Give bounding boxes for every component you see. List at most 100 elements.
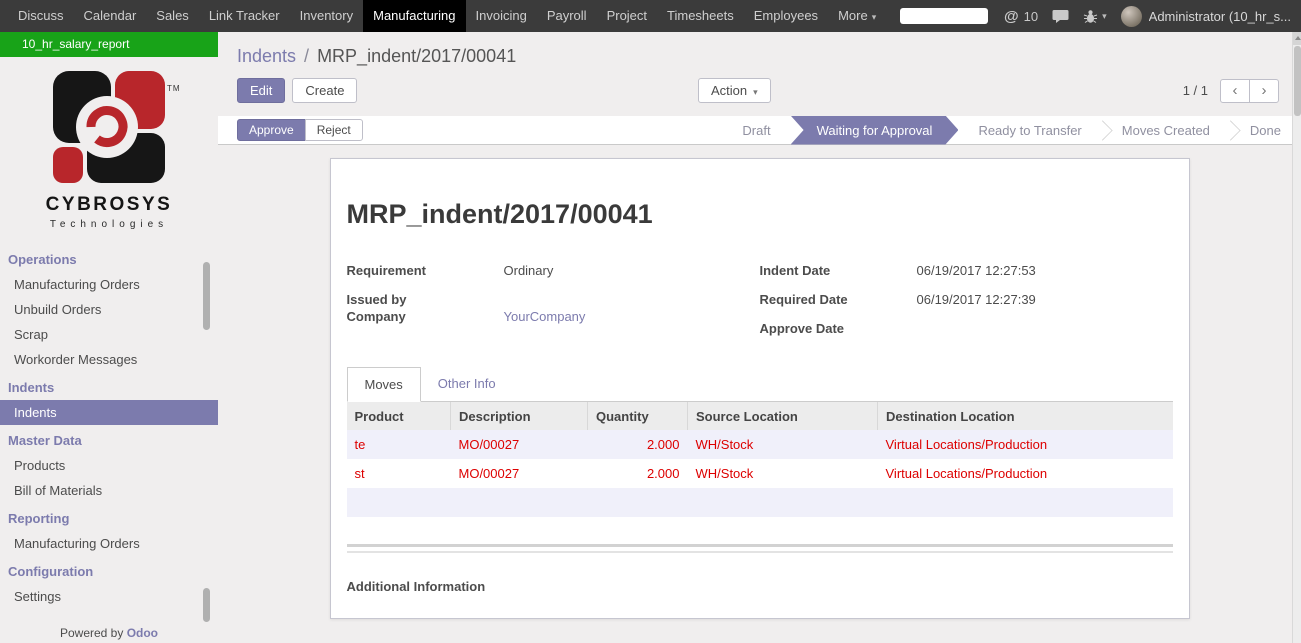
powered-by-text: Powered by bbox=[60, 626, 123, 640]
state-moves-created[interactable]: Moves Created bbox=[1102, 116, 1230, 145]
state-waiting-for-approval[interactable]: Waiting for Approval bbox=[791, 116, 959, 145]
section-configuration: Configuration bbox=[0, 556, 218, 584]
scroll-up-button[interactable] bbox=[1293, 32, 1301, 45]
state-done[interactable]: Done bbox=[1230, 116, 1301, 145]
chat-bubble-icon bbox=[1052, 9, 1069, 24]
top-navbar: Discuss Calendar Sales Link Tracker Inve… bbox=[0, 0, 1301, 32]
nav-calendar[interactable]: Calendar bbox=[74, 0, 147, 32]
action-menu-button[interactable]: Action▾ bbox=[698, 78, 771, 103]
trademark-label: TM bbox=[167, 84, 181, 93]
cell-destination-location[interactable]: Virtual Locations/Production bbox=[878, 459, 1173, 488]
main-content: Indents / MRP_indent/2017/00041 Edit Creat… bbox=[218, 32, 1301, 643]
cell-product[interactable]: st bbox=[347, 459, 451, 488]
sidebar-scrollbar-thumb[interactable] bbox=[203, 262, 210, 330]
state-ready-to-transfer[interactable]: Ready to Transfer bbox=[958, 116, 1101, 145]
sidebar-scrollbar-thumb[interactable] bbox=[203, 588, 210, 622]
nav-link-tracker[interactable]: Link Tracker bbox=[199, 0, 290, 32]
sidebar-item-manufacturing-orders-report[interactable]: Manufacturing Orders bbox=[0, 531, 218, 556]
user-avatar[interactable] bbox=[1121, 6, 1142, 27]
brand-subtitle: Technologies bbox=[0, 219, 218, 230]
cell-product[interactable]: te bbox=[347, 430, 451, 459]
table-row[interactable]: st MO/00027 2.000 WH/Stock Virtual Locat… bbox=[347, 459, 1173, 488]
sidebar-menu: Operations Manufacturing Orders Unbuild … bbox=[0, 244, 218, 609]
sidebar-item-indents[interactable]: Indents bbox=[0, 400, 218, 425]
cell-description[interactable]: MO/00027 bbox=[451, 459, 588, 488]
breadcrumb-separator: / bbox=[304, 46, 309, 66]
nav-sales[interactable]: Sales bbox=[146, 0, 199, 32]
cybrosys-logo-mark bbox=[53, 71, 165, 183]
nav-discuss[interactable]: Discuss bbox=[8, 0, 74, 32]
sidebar-item-workorder-messages[interactable]: Workorder Messages bbox=[0, 347, 218, 372]
status-pipeline: Draft Waiting for Approval Ready to Tran… bbox=[722, 116, 1301, 145]
cell-quantity[interactable]: 2.000 bbox=[588, 430, 688, 459]
breadcrumb: Indents / MRP_indent/2017/00041 bbox=[218, 32, 1301, 67]
section-reporting: Reporting bbox=[0, 503, 218, 531]
record-title: MRP_indent/2017/00041 bbox=[347, 199, 1173, 230]
scrollbar-thumb[interactable] bbox=[1294, 46, 1301, 116]
tab-moves[interactable]: Moves bbox=[347, 367, 421, 402]
column-header-description[interactable]: Description bbox=[451, 402, 588, 430]
sidebar-item-manufacturing-orders[interactable]: Manufacturing Orders bbox=[0, 272, 218, 297]
nav-payroll[interactable]: Payroll bbox=[537, 0, 597, 32]
moves-table: Product Description Quantity Source Loca… bbox=[347, 402, 1173, 517]
cell-quantity[interactable]: 2.000 bbox=[588, 459, 688, 488]
nav-more-label: More bbox=[838, 8, 868, 23]
reject-button[interactable]: Reject bbox=[305, 119, 363, 141]
pager: 1 / 1 ‹ › bbox=[1183, 79, 1279, 103]
create-button[interactable]: Create bbox=[292, 78, 357, 103]
edit-button[interactable]: Edit bbox=[237, 78, 285, 103]
sidebar: 10_hr_salary_report TM CYBROSYS Technolo… bbox=[0, 32, 218, 643]
approve-button[interactable]: Approve bbox=[237, 119, 306, 141]
debug-menu[interactable]: ▾ bbox=[1083, 9, 1107, 24]
separator-line bbox=[347, 551, 1173, 553]
nav-employees[interactable]: Employees bbox=[744, 0, 828, 32]
cell-description[interactable]: MO/00027 bbox=[451, 430, 588, 459]
column-header-source-location[interactable]: Source Location bbox=[688, 402, 878, 430]
breadcrumb-current: MRP_indent/2017/00041 bbox=[317, 46, 516, 66]
empty-table-row bbox=[347, 488, 1173, 517]
state-draft[interactable]: Draft bbox=[722, 116, 790, 145]
bug-icon bbox=[1083, 9, 1098, 24]
user-menu-label[interactable]: Administrator (10_hr_s... bbox=[1149, 9, 1291, 24]
column-header-quantity[interactable]: Quantity bbox=[588, 402, 688, 430]
cell-destination-location[interactable]: Virtual Locations/Production bbox=[878, 430, 1173, 459]
separator-line bbox=[347, 544, 1173, 547]
column-header-product[interactable]: Product bbox=[347, 402, 451, 430]
nav-inventory[interactable]: Inventory bbox=[290, 0, 363, 32]
pager-previous-button[interactable]: ‹ bbox=[1220, 79, 1250, 103]
section-operations: Operations bbox=[0, 244, 218, 272]
nav-manufacturing[interactable]: Manufacturing bbox=[363, 0, 465, 32]
sidebar-item-unbuild-orders[interactable]: Unbuild Orders bbox=[0, 297, 218, 322]
field-label-issued-by-company: Issued by Company bbox=[347, 291, 504, 325]
brand-name: CYBROSYS bbox=[0, 194, 218, 216]
messages-icon[interactable] bbox=[1052, 9, 1069, 24]
nav-project[interactable]: Project bbox=[597, 0, 657, 32]
company-logo: TM CYBROSYS Technologies bbox=[0, 57, 218, 230]
sidebar-item-scrap[interactable]: Scrap bbox=[0, 322, 218, 347]
cell-source-location[interactable]: WH/Stock bbox=[688, 459, 878, 488]
column-header-destination-location[interactable]: Destination Location bbox=[878, 402, 1173, 430]
sidebar-item-settings[interactable]: Settings bbox=[0, 584, 218, 609]
table-row[interactable]: te MO/00027 2.000 WH/Stock Virtual Locat… bbox=[347, 430, 1173, 459]
pager-value: 1 / 1 bbox=[1183, 83, 1208, 98]
activities-menu[interactable]: @ 10 bbox=[1004, 8, 1038, 25]
nav-timesheets[interactable]: Timesheets bbox=[657, 0, 744, 32]
breadcrumb-parent-link[interactable]: Indents bbox=[237, 46, 296, 66]
sidebar-item-products[interactable]: Products bbox=[0, 453, 218, 478]
pager-next-button[interactable]: › bbox=[1249, 79, 1279, 103]
chevron-down-icon: ▾ bbox=[872, 12, 877, 22]
tab-other-info[interactable]: Other Info bbox=[421, 367, 513, 401]
nav-more[interactable]: More ▾ bbox=[828, 0, 886, 32]
statusbar: Approve Reject Draft Waiting for Approva… bbox=[218, 116, 1301, 145]
section-master-data: Master Data bbox=[0, 425, 218, 453]
main-scrollbar[interactable] bbox=[1292, 32, 1301, 643]
field-label-required-date: Required Date bbox=[760, 291, 917, 313]
odoo-link[interactable]: Odoo bbox=[127, 626, 158, 640]
chevron-down-icon: ▾ bbox=[1102, 11, 1107, 22]
timer-widget[interactable] bbox=[900, 8, 988, 24]
nav-invoicing[interactable]: Invoicing bbox=[466, 0, 537, 32]
additional-information-heading: Additional Information bbox=[347, 579, 1173, 594]
sidebar-item-bill-of-materials[interactable]: Bill of Materials bbox=[0, 478, 218, 503]
cell-source-location[interactable]: WH/Stock bbox=[688, 430, 878, 459]
field-value-issued-by-company[interactable]: YourCompany bbox=[504, 308, 586, 325]
